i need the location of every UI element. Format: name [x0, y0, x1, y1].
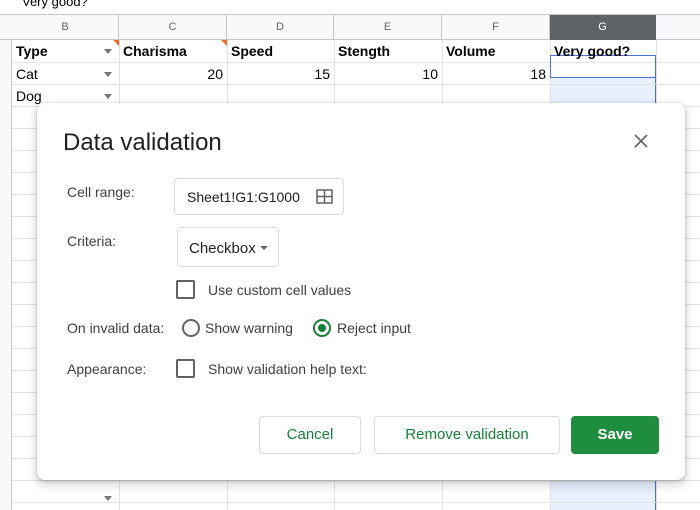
cell-f2[interactable]: 18: [442, 63, 550, 85]
close-icon: [634, 134, 648, 148]
cell-range-label: Cell range:: [67, 184, 135, 200]
select-range-icon[interactable]: [316, 189, 333, 204]
cell-d1[interactable]: Speed: [227, 40, 334, 62]
custom-values-checkbox[interactable]: [176, 280, 195, 299]
column-header-row: B C D E F G: [0, 15, 700, 40]
column-header-g[interactable]: G: [550, 15, 656, 40]
cell-c1[interactable]: Charisma: [119, 40, 227, 62]
cell-e1[interactable]: Stength: [334, 40, 442, 62]
show-warning-label: Show warning: [205, 320, 293, 336]
cancel-button[interactable]: Cancel: [259, 416, 361, 454]
cell-b2[interactable]: Cat: [12, 63, 119, 85]
show-warning-radio[interactable]: [182, 319, 200, 337]
help-text-checkbox[interactable]: [176, 359, 195, 378]
remove-validation-button[interactable]: Remove validation: [374, 416, 560, 454]
cell-range-value: Sheet1!G1:G1000: [187, 189, 300, 205]
criteria-label: Criteria:: [67, 233, 117, 249]
column-header-b[interactable]: B: [12, 15, 119, 40]
column-header-f[interactable]: F: [442, 15, 550, 40]
criteria-value: Checkbox: [189, 240, 256, 257]
formula-bar[interactable]: Very good?: [0, 0, 700, 15]
dropdown-arrow-icon[interactable]: [104, 496, 112, 501]
dropdown-arrow-icon[interactable]: [104, 72, 112, 77]
data-validation-dialog: Data validation Cell range: Sheet1!G1:G1…: [37, 103, 685, 480]
cell-f1[interactable]: Volume: [442, 40, 550, 62]
dropdown-arrow-icon[interactable]: [104, 94, 112, 99]
cell-b1[interactable]: Type: [12, 40, 119, 62]
on-invalid-label: On invalid data:: [67, 320, 165, 336]
criteria-select[interactable]: Checkbox: [177, 227, 279, 267]
formula-bar-text: Very good?: [22, 0, 88, 9]
cell-range-input[interactable]: Sheet1!G1:G1000: [174, 178, 344, 215]
column-header-e[interactable]: E: [334, 15, 442, 40]
cell-e2[interactable]: 10: [334, 63, 442, 85]
cell-c2[interactable]: 20: [119, 63, 227, 85]
dialog-title: Data validation: [63, 129, 222, 156]
custom-values-label: Use custom cell values: [208, 282, 352, 298]
save-button[interactable]: Save: [571, 416, 659, 454]
cell-g1[interactable]: Very good?: [550, 40, 656, 62]
close-button[interactable]: [629, 129, 653, 153]
cell-d2[interactable]: 15: [227, 63, 334, 85]
row-header-column: [0, 15, 12, 510]
appearance-label: Appearance:: [67, 361, 147, 377]
help-text-label: Show validation help text:: [208, 361, 367, 377]
dropdown-arrow-icon[interactable]: [104, 49, 112, 54]
column-header-c[interactable]: C: [119, 15, 227, 40]
reject-input-radio[interactable]: [313, 319, 331, 337]
column-header-d[interactable]: D: [227, 15, 334, 40]
chevron-down-icon: [260, 246, 268, 250]
reject-input-label: Reject input: [337, 320, 411, 336]
